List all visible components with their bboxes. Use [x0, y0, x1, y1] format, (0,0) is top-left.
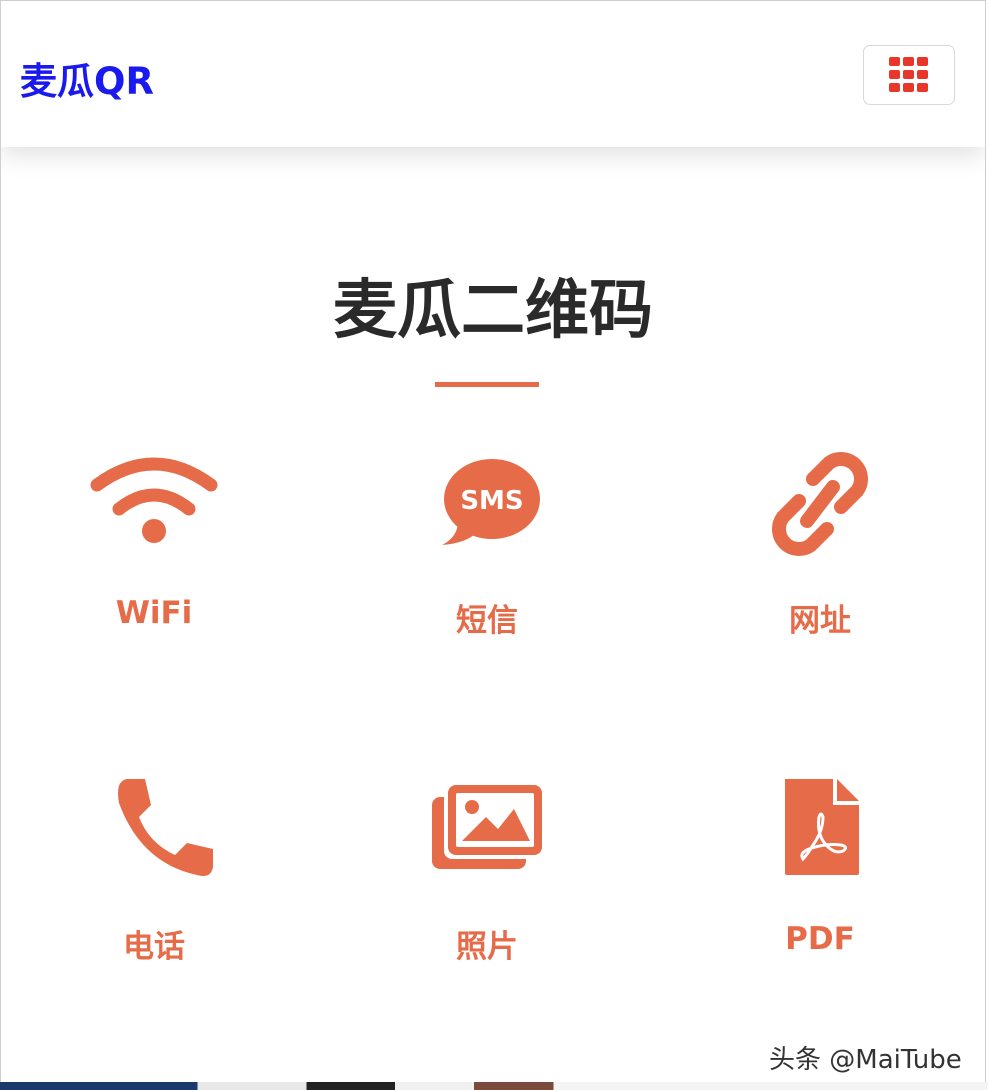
- brand-logo[interactable]: 麦瓜QR: [20, 51, 154, 105]
- app-frame: 麦瓜QR 麦瓜二维码 WiFi SMS 短信 网址 电话 照片 PDF 头条 @…: [0, 0, 986, 1088]
- tile-label: 照片: [456, 929, 518, 965]
- photos-icon: [432, 785, 542, 869]
- grid-icon: [889, 57, 928, 92]
- sms-icon-text: SMS: [460, 486, 523, 516]
- navbar: 麦瓜QR: [1, 1, 985, 147]
- link-icon: [772, 452, 868, 556]
- tile-label: 网址: [789, 603, 851, 639]
- title-underline: [435, 382, 539, 387]
- tile-label: 电话: [123, 929, 185, 965]
- tile-label: PDF: [785, 921, 855, 957]
- menu-button[interactable]: [863, 45, 955, 105]
- sms-bubble-icon: SMS: [442, 459, 540, 545]
- tile-sms[interactable]: SMS 短信: [377, 449, 597, 649]
- tile-wifi[interactable]: WiFi: [44, 449, 264, 649]
- pdf-file-icon: [785, 779, 859, 875]
- tile-url[interactable]: 网址: [710, 449, 930, 649]
- tile-label: 短信: [456, 603, 518, 639]
- tile-phone[interactable]: 电话: [44, 775, 264, 975]
- wifi-icon: [90, 457, 218, 543]
- phone-icon: [118, 779, 213, 876]
- bottom-thumbnail-strip: [0, 1082, 988, 1090]
- tile-photos[interactable]: 照片: [377, 775, 597, 975]
- tile-label: WiFi: [115, 595, 193, 631]
- page-title: 麦瓜二维码: [333, 274, 653, 348]
- watermark-text: 头条 @MaiTube: [769, 1045, 962, 1075]
- tile-pdf[interactable]: PDF: [710, 775, 930, 975]
